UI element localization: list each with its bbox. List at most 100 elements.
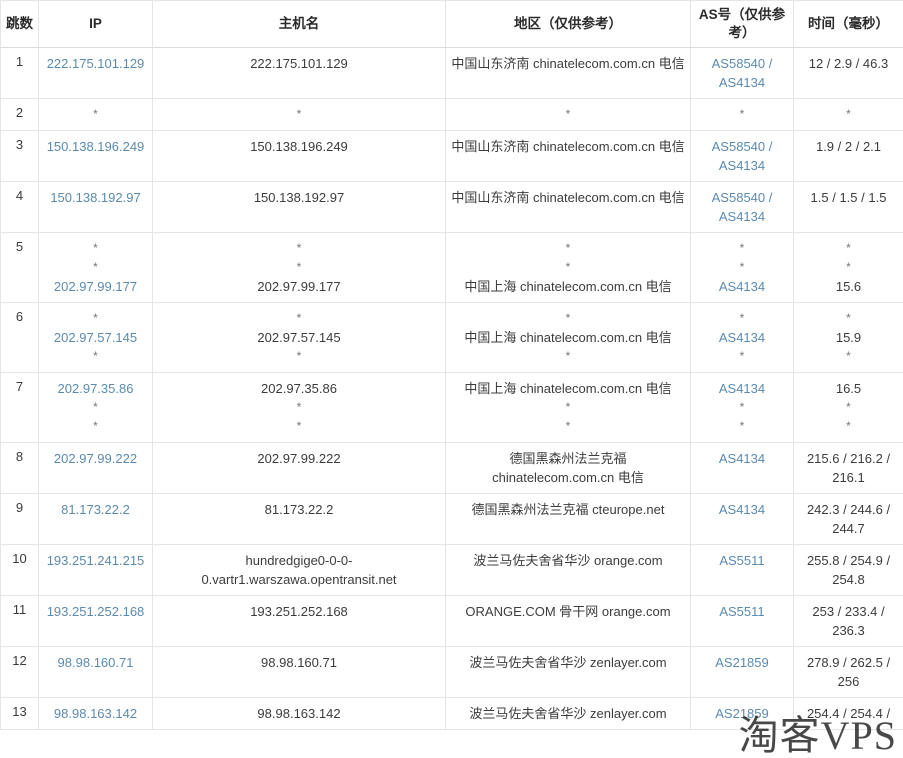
cell-as-number: AS21859 [690,646,794,698]
table-row: 9 81.173.22.2 81.173.22.2 德国黑森州法兰克福 cteurop… [0,493,903,545]
column-header-as-number: AS号（仅供参考） [690,0,794,48]
table-row: 2 * * * * * [0,98,903,131]
cell-region-text: * [565,349,571,363]
cell-region-text: 中国上海 chinatelecom.com.cn 电信 [464,279,672,294]
cell-as-number: AS58540 / AS4134 [690,130,794,182]
cell-region: 中国山东济南 chinatelecom.com.cn 电信 [445,130,691,182]
cell-hop: 12 [0,646,39,698]
cell-region-text: * [565,107,571,121]
cell-hostname: * 202.97.57.145 * [152,302,446,373]
cell-ip: * * 202.97.99.177 [38,232,153,303]
cell-time-text: * [846,260,851,274]
cell-region: * * 中国上海 chinatelecom.com.cn 电信 [445,232,691,303]
table-row: 1 222.175.101.129 222.175.101.129 中国山东济南 ch… [0,47,903,99]
cell-hostname-text: * [296,260,302,274]
cell-ip-link[interactable]: 81.173.22.2 [43,500,148,519]
cell-as-number-link[interactable]: AS4134 [695,277,789,296]
cell-region-text: * [565,400,571,414]
cell-hostname-text: * [296,241,302,255]
cell-hostname-text: 202.97.99.222 [257,451,341,466]
cell-region-text: * [565,419,571,433]
cell-region-text: 德国黑森州法兰克福 cteurope.net [471,502,665,517]
column-header-ip: IP [38,0,153,48]
cell-as-number-link[interactable]: AS21859 [695,704,789,723]
cell-hostname-text: * [296,419,302,433]
cell-hostname-text: 202.97.35.86 [261,381,337,396]
cell-region-text: 波兰马佐夫舍省华沙 zenlayer.com [469,655,667,670]
cell-hostname-text: 202.97.99.177 [257,279,341,294]
cell-hop: 3 [0,130,39,182]
cell-ip-text: * [93,419,98,433]
cell-region-text: * [565,260,571,274]
cell-time-text: 215.6 / 216.2 / 216.1 [806,451,891,485]
cell-time-text: 1.5 / 1.5 / 1.5 [810,190,887,205]
cell-as-number-link[interactable]: AS4134 [695,328,789,347]
cell-as-number-link[interactable]: AS4134 [695,500,789,519]
column-header-hostname: 主机名 [152,0,446,48]
cell-region-text: 德国黑森州法兰克福 chinatelecom.com.cn 电信 [492,451,644,485]
cell-ip-link[interactable]: 202.97.99.222 [43,449,148,468]
table-row: 4 150.138.192.97 150.138.192.97 中国山东济南 chin… [0,181,903,233]
cell-hostname: 222.175.101.129 [152,47,446,99]
cell-ip: 98.98.163.142 [38,697,153,730]
cell-time-text: * [846,400,851,414]
cell-hostname: 150.138.196.249 [152,130,446,182]
cell-ip: 150.138.196.249 [38,130,153,182]
cell-region-text: 波兰马佐夫舍省华沙 orange.com [473,553,663,568]
cell-region: 德国黑森州法兰克福 cteurope.net [445,493,691,545]
cell-time-text: * [846,107,851,121]
cell-time: 242.3 / 244.6 / 244.7 [793,493,903,545]
table-row: 7 202.97.35.86 * * 202.97.35.86 * * 中国上海 chinat… [0,372,903,443]
cell-hop: 11 [0,595,39,647]
cell-ip-link[interactable]: 150.138.196.249 [43,137,148,156]
cell-ip-link[interactable]: 193.251.252.168 [43,602,148,621]
cell-as-number-link[interactable]: AS4134 [695,379,789,398]
cell-hostname-text: 98.98.163.142 [257,706,341,721]
cell-ip-link[interactable]: 150.138.192.97 [43,188,148,207]
cell-ip-link[interactable]: 98.98.163.142 [43,704,148,723]
cell-as-number-text: * [739,311,745,325]
cell-time-text: 12 / 2.9 / 46.3 [808,56,889,71]
cell-region-text: 中国山东济南 chinatelecom.com.cn 电信 [451,56,685,71]
cell-ip-link[interactable]: 193.251.241.215 [43,551,148,570]
cell-time: 278.9 / 262.5 / 256 [793,646,903,698]
cell-time-text: 255.8 / 254.9 / 254.8 [806,553,891,587]
cell-region-text: ORANGE.COM 骨干网 orange.com [465,604,671,619]
column-header-hop: 跳数 [0,0,39,48]
cell-time-text: 15.6 [835,279,862,294]
cell-hostname: * * 202.97.99.177 [152,232,446,303]
cell-ip-link[interactable]: 202.97.35.86 [43,379,148,398]
cell-ip-link[interactable]: 202.97.99.177 [43,277,148,296]
cell-as-number-link[interactable]: AS58540 / AS4134 [695,188,789,226]
cell-hostname-text: * [296,311,302,325]
cell-as-number-link[interactable]: AS4134 [695,449,789,468]
table-row: 11 193.251.252.168 193.251.252.168 ORANGE.C… [0,595,903,647]
cell-region: 波兰马佐夫舍省华沙 zenlayer.com [445,697,691,730]
cell-time: * [793,98,903,131]
cell-as-number-link[interactable]: AS58540 / AS4134 [695,54,789,92]
cell-time-text: * [846,241,851,255]
cell-hop: 7 [0,372,39,443]
cell-region-text: 波兰马佐夫舍省华沙 zenlayer.com [469,706,667,721]
column-header-region: 地区（仅供参考） [445,0,691,48]
cell-ip-link[interactable]: 98.98.160.71 [43,653,148,672]
cell-time: * * 15.6 [793,232,903,303]
cell-time: * 15.9 * [793,302,903,373]
cell-hop: 6 [0,302,39,373]
cell-as-number-link[interactable]: AS5511 [695,602,789,621]
cell-as-number-link[interactable]: AS21859 [695,653,789,672]
cell-hop: 2 [0,98,39,131]
cell-time: 16.5 * * [793,372,903,443]
cell-region: * 中国上海 chinatelecom.com.cn 电信 * [445,302,691,373]
cell-region: * [445,98,691,131]
cell-time-text: * [846,349,851,363]
cell-hostname-text: 150.138.192.97 [253,190,345,205]
cell-as-number-link[interactable]: AS5511 [695,551,789,570]
cell-as-number-link[interactable]: AS58540 / AS4134 [695,137,789,175]
cell-ip-link[interactable]: 222.175.101.129 [43,54,148,73]
cell-as-number-text: * [739,419,745,433]
cell-ip-link[interactable]: 202.97.57.145 [43,328,148,347]
cell-hostname: 202.97.35.86 * * [152,372,446,443]
cell-region: 波兰马佐夫舍省华沙 zenlayer.com [445,646,691,698]
cell-region: 中国上海 chinatelecom.com.cn 电信 * * [445,372,691,443]
